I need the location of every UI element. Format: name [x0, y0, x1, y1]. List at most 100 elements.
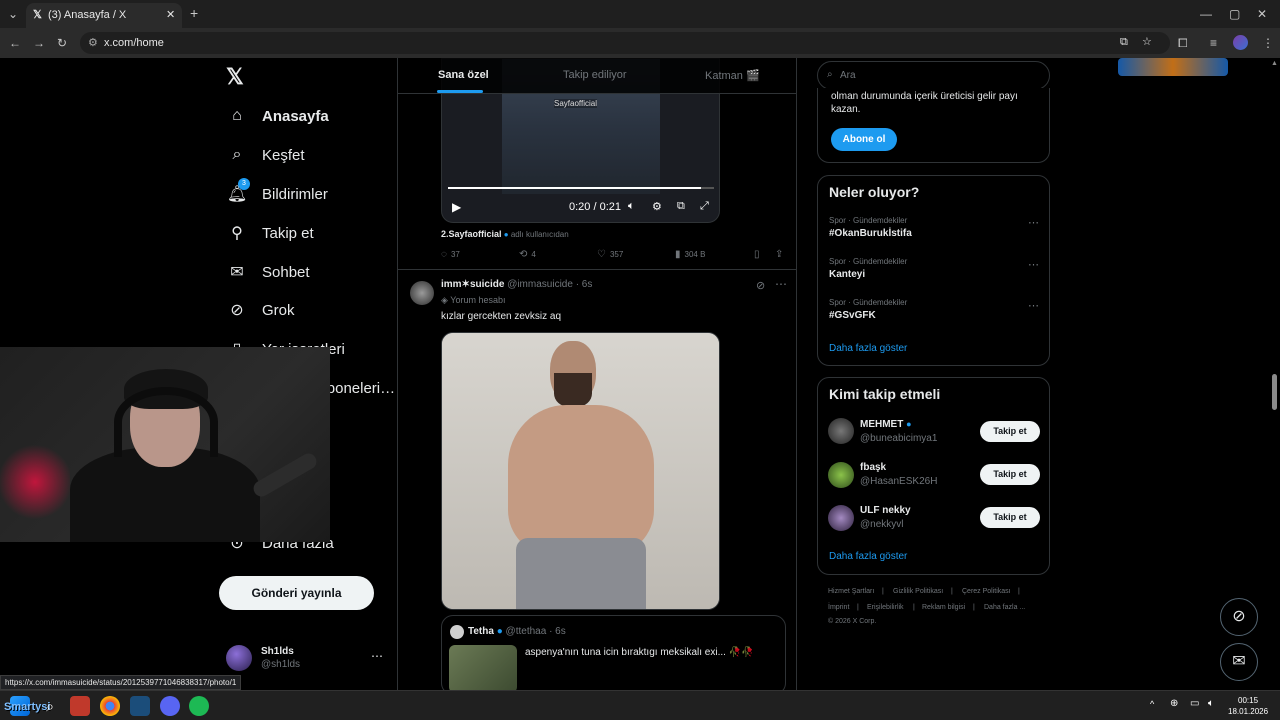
scroll-thumb[interactable] [1272, 374, 1277, 410]
address-bar[interactable]: ⚙ x.com/home ⧉ ☆ [80, 32, 1170, 54]
reload-icon[interactable]: ↻ [57, 36, 67, 50]
active-tab-indicator [437, 90, 483, 93]
tray-volume-icon[interactable]: 🔈︎ [1208, 698, 1214, 709]
page-scrollbar[interactable]: ▲ [1270, 58, 1280, 690]
trend-name[interactable]: #OkanBurukİstifa [829, 228, 912, 239]
messages-fab-button[interactable]: ✉ [1220, 643, 1258, 681]
share-icon[interactable]: ⇪ [775, 249, 783, 260]
site-info-icon[interactable]: ⚙ [88, 36, 98, 49]
tab-search-icon[interactable]: ⌄ [8, 7, 18, 21]
trend-name[interactable]: Kanteyi [829, 269, 865, 280]
footer-ads-info[interactable]: Reklam bilgisi [922, 604, 965, 611]
who-name[interactable]: MEHMET ● [860, 419, 912, 430]
back-icon[interactable]: ← [9, 36, 21, 50]
forward-icon[interactable]: → [33, 36, 45, 50]
tab-for-you[interactable]: Sana özel [438, 69, 489, 81]
grok-icon: ⊘ [230, 302, 244, 319]
bookmark-star-icon[interactable]: ☆ [1142, 35, 1152, 48]
new-tab-icon[interactable]: + [190, 6, 198, 20]
install-app-icon[interactable]: ⧉ [1120, 36, 1128, 49]
tray-network-icon[interactable]: ▭ [1190, 698, 1199, 709]
taskbar-discord-icon[interactable] [160, 696, 180, 716]
taskbar-chrome-icon[interactable] [100, 696, 120, 716]
tweet-time[interactable]: · 6s [576, 279, 593, 290]
footer-terms[interactable]: Hizmet Şartları [828, 588, 874, 595]
reading-list-icon[interactable]: ≡ [1210, 36, 1217, 50]
pip-icon[interactable]: ⧉ [677, 200, 685, 213]
nav-home[interactable]: ⌂ Anasayfa [226, 100, 329, 132]
who-avatar[interactable] [828, 418, 854, 444]
nav-chat[interactable]: ✉ Sohbet [226, 256, 309, 288]
nav-explore[interactable]: ⌕ Keşfet [226, 139, 305, 171]
follow-button[interactable]: Takip et [980, 421, 1040, 442]
x-logo-icon[interactable]: 𝕏 [226, 64, 244, 90]
window-close-icon[interactable]: ✕ [1257, 7, 1267, 21]
footer-accessibility[interactable]: Erişilebilirlik [867, 604, 904, 611]
like-button[interactable]: ♡ 357 [597, 249, 623, 260]
who-avatar[interactable] [828, 505, 854, 531]
search-input[interactable]: ⌕ Ara [817, 61, 1050, 90]
tweet-avatar[interactable] [410, 281, 434, 305]
minimize-icon[interactable]: — [1200, 7, 1212, 21]
browser-menu-icon[interactable]: ⋮ [1262, 36, 1274, 50]
nav-notifications[interactable]: 🔔︎ 3 Bildirimler [226, 178, 328, 210]
close-tab-icon[interactable]: ✕ [166, 8, 175, 21]
follow-button[interactable]: Takip et [980, 507, 1040, 528]
footer-privacy[interactable]: Gizlilik Politikası [893, 588, 943, 595]
browser-tab[interactable]: 𝕏 (3) Anasayfa / X ✕ [26, 3, 182, 28]
taskbar-search-icon[interactable]: ⌕ [40, 696, 60, 716]
nav-grok[interactable]: ⊘ Grok [226, 294, 294, 326]
tweet-image[interactable] [441, 332, 720, 610]
trend-more-icon[interactable]: ⋯ [1028, 299, 1039, 312]
nav-follow[interactable]: ⚲ Takip et [226, 217, 314, 249]
trend-more-icon[interactable]: ⋯ [1028, 258, 1039, 271]
profile-avatar[interactable] [1233, 35, 1248, 50]
tweet-more-icon[interactable]: ⋯ [775, 277, 787, 291]
who-show-more[interactable]: Daha fazla göster [829, 551, 907, 562]
trend-name[interactable]: #GSvGFK [829, 310, 876, 321]
repost-button[interactable]: ⟲ 4 [519, 249, 536, 260]
tray-chevron-icon[interactable]: ^ [1150, 699, 1154, 709]
bookmark-tweet-icon[interactable]: ▯ [754, 249, 760, 260]
tab-layer[interactable]: Katman 🎬 [705, 69, 760, 82]
extensions-icon[interactable]: ⧠ [1178, 36, 1188, 50]
account-switcher[interactable]: Sh1lds @sh1lds ⋯ [226, 643, 386, 673]
video-seek-bar[interactable] [448, 187, 714, 189]
fullscreen-icon[interactable]: ⤢ [700, 200, 709, 213]
account-tag-label: Yorum hesabı [450, 295, 506, 305]
who-avatar[interactable] [828, 462, 854, 488]
grok-fab-button[interactable]: ⊘ [1220, 598, 1258, 636]
taskbar-clock[interactable]: 00:15 18.01.2026 [1228, 695, 1268, 717]
taskbar-game-icon[interactable] [130, 696, 150, 716]
play-icon[interactable]: ▶ [452, 200, 461, 214]
trend-more-icon[interactable]: ⋯ [1028, 216, 1039, 229]
video-source[interactable]: 2.Sayfaofficial ● adlı kullanıcıdan [441, 229, 569, 239]
taskbar-app-icon[interactable] [70, 696, 90, 716]
scroll-up-icon[interactable]: ▲ [1271, 60, 1278, 67]
who-name[interactable]: fbaşk [860, 462, 886, 473]
reply-button[interactable]: ◌ 37 [441, 249, 460, 260]
settings-icon[interactable]: ⚙ [652, 200, 662, 213]
who-name[interactable]: ULF nekky [860, 505, 911, 516]
taskbar-spotify-icon[interactable] [189, 696, 209, 716]
grok-analyze-icon[interactable]: ⊘ [756, 279, 765, 292]
tab-following[interactable]: Takip ediliyor [563, 69, 627, 81]
follow-button[interactable]: Takip et [980, 464, 1040, 485]
tweet-author-handle[interactable]: @immasuicide [507, 279, 573, 290]
footer-more[interactable]: Daha fazla ... [984, 604, 1025, 611]
tray-mic-icon[interactable]: ⊕ [1170, 698, 1178, 709]
account-more-icon[interactable]: ⋯ [371, 649, 383, 663]
footer-imprint[interactable]: İmprint [828, 604, 849, 611]
subscribe-button[interactable]: Abone ol [831, 128, 897, 151]
trends-card: Neler oluyor? Spor · Gündemdekiler #Okan… [817, 175, 1050, 366]
quoted-tweet[interactable]: Tetha ● @ttethaa · 6s aspenya'nın tuna i… [441, 615, 786, 690]
maximize-icon[interactable]: ▢ [1229, 7, 1240, 21]
tweet-author-name[interactable]: imm✶suicide [441, 279, 504, 290]
trends-show-more[interactable]: Daha fazla göster [829, 343, 907, 354]
views-button[interactable]: ▮ 304 B [675, 249, 705, 260]
footer-cookies[interactable]: Çerez Politikası [962, 588, 1011, 595]
volume-icon[interactable]: 🔈︎ [628, 200, 635, 213]
post-button[interactable]: Gönderi yayınla [219, 576, 374, 610]
quote-text: aspenya'nın tuna icin bıraktıgı meksikal… [525, 647, 754, 658]
repost-icon: ⟲ [519, 249, 528, 260]
